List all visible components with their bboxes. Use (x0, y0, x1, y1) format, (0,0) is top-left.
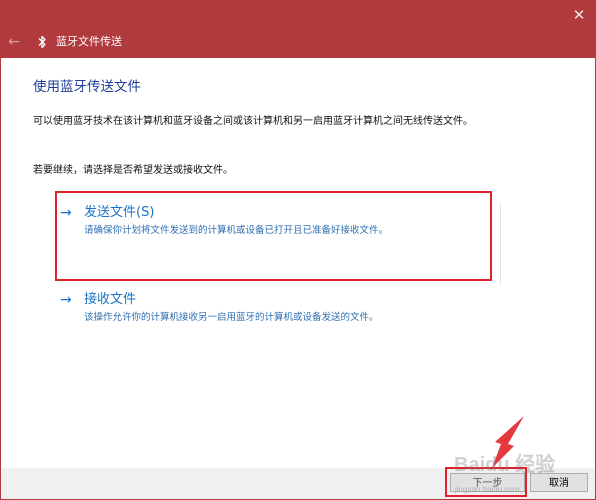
send-files-option[interactable]: → 发送文件(S) 请确保你计划将文件发送到的计算机或设备已打开且已准备好接收文… (60, 204, 501, 284)
description-text: 可以使用蓝牙技术在该计算机和蓝牙设备之间或该计算机和另一启用蓝牙计算机之间无线传… (33, 116, 473, 127)
bluetooth-transfer-window: ✕ ← 蓝牙文件传送 使用蓝牙传送文件 可以使用蓝牙技术在该计算机和蓝牙设备之间… (0, 0, 596, 500)
back-arrow-icon[interactable]: ← (6, 34, 22, 50)
receive-files-option[interactable]: → 接收文件 该操作允许你的计算机接收另一启用蓝牙的计算机或设备发送的文件。 (60, 291, 500, 331)
window-title: 蓝牙文件传送 (56, 35, 122, 48)
send-files-description: 请确保你计划将文件发送到的计算机或设备已打开且已准备好接收文件。 (84, 225, 389, 236)
bluetooth-icon (38, 35, 46, 49)
next-button[interactable]: 下一步 (450, 473, 525, 492)
arrow-right-icon: → (60, 205, 72, 221)
receive-files-title: 接收文件 (84, 292, 137, 307)
cancel-button[interactable]: 取消 (530, 473, 588, 492)
close-icon[interactable]: ✕ (566, 4, 592, 26)
receive-files-description: 该操作允许你的计算机接收另一启用蓝牙的计算机或设备发送的文件。 (84, 312, 379, 323)
send-files-title: 发送文件(S) (84, 205, 155, 220)
prompt-text: 若要继续，请选择是否希望发送或接收文件。 (33, 165, 233, 176)
arrow-right-icon: → (60, 292, 72, 308)
page-title: 使用蓝牙传送文件 (33, 79, 141, 95)
